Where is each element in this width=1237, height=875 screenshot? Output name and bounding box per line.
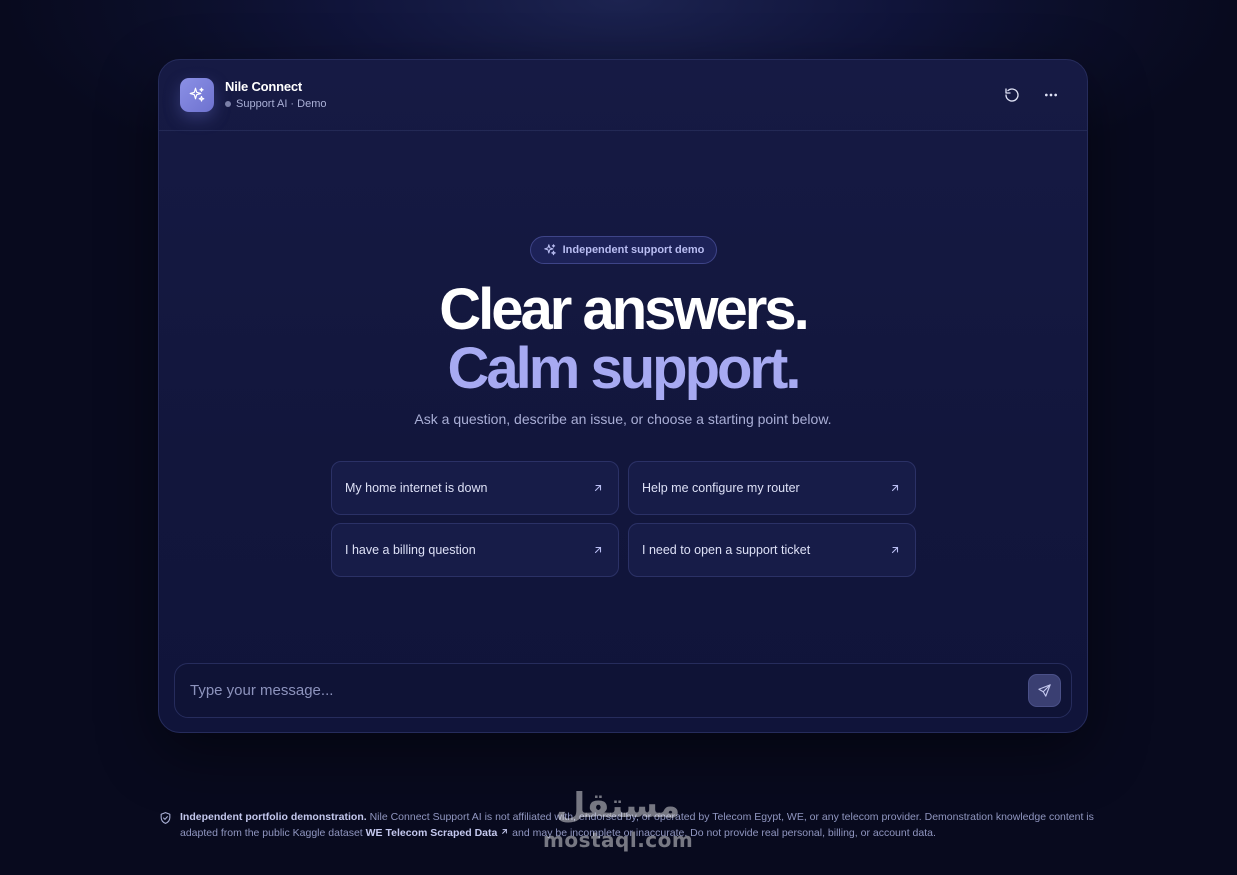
suggestion-label: I need to open a support ticket (642, 543, 811, 557)
suggestion-label: I have a billing question (345, 543, 476, 557)
more-options-button[interactable] (1040, 84, 1062, 106)
app-logo (180, 78, 214, 112)
dataset-link[interactable]: WE Telecom Scraped Data (366, 827, 510, 839)
suggestion-billing-question[interactable]: I have a billing question (331, 523, 619, 577)
chat-header: Nile Connect Support AI · Demo (159, 60, 1087, 131)
more-dots-icon (1045, 93, 1057, 97)
disclaimer-footer: Independent portfolio demonstration. Nil… (159, 809, 1094, 841)
app-title: Nile Connect (225, 79, 303, 94)
message-input[interactable] (190, 664, 1020, 717)
hero-heading-line-1: Clear answers. (439, 277, 809, 342)
restart-button[interactable] (1001, 84, 1023, 106)
disclaimer-text: Independent portfolio demonstration. Nil… (159, 809, 1094, 841)
send-icon (1038, 684, 1051, 697)
sparkles-icon (543, 244, 556, 256)
hero-subtitle: Ask a question, describe an issue, or ch… (414, 411, 832, 427)
arrow-up-right-icon (594, 484, 602, 492)
demo-badge: Independent support demo (530, 236, 717, 264)
hero-heading-line-2: Calm support. (447, 336, 802, 401)
demo-badge-label: Independent support demo (562, 244, 705, 256)
status-dot (225, 101, 231, 107)
message-composer (174, 663, 1072, 718)
sparkles-icon (189, 87, 205, 102)
arrow-up-right-icon (891, 546, 899, 554)
suggestion-internet-down[interactable]: My home internet is down (331, 461, 619, 515)
disclaimer-lead: Independent portfolio demonstration. (180, 811, 367, 823)
send-button[interactable] (1028, 674, 1061, 707)
suggestion-configure-router[interactable]: Help me configure my router (628, 461, 916, 515)
disclaimer-body-2: and may be incomplete or inaccurate. Do … (509, 827, 936, 839)
arrow-up-right-icon (594, 546, 602, 554)
suggestion-support-ticket[interactable]: I need to open a support ticket (628, 523, 916, 577)
suggestion-label: My home internet is down (345, 481, 488, 495)
app-subtitle: Support AI · Demo (225, 98, 327, 110)
suggestion-label: Help me configure my router (642, 481, 800, 495)
app-subtitle-text: Support AI · Demo (236, 98, 327, 110)
shield-check-icon (160, 812, 171, 824)
external-link-icon (502, 829, 508, 834)
restart-icon (1005, 88, 1019, 102)
dataset-link-label: WE Telecom Scraped Data (365, 827, 498, 839)
arrow-up-right-icon (891, 484, 899, 492)
chat-panel: Nile Connect Support AI · Demo Independe… (158, 59, 1088, 733)
